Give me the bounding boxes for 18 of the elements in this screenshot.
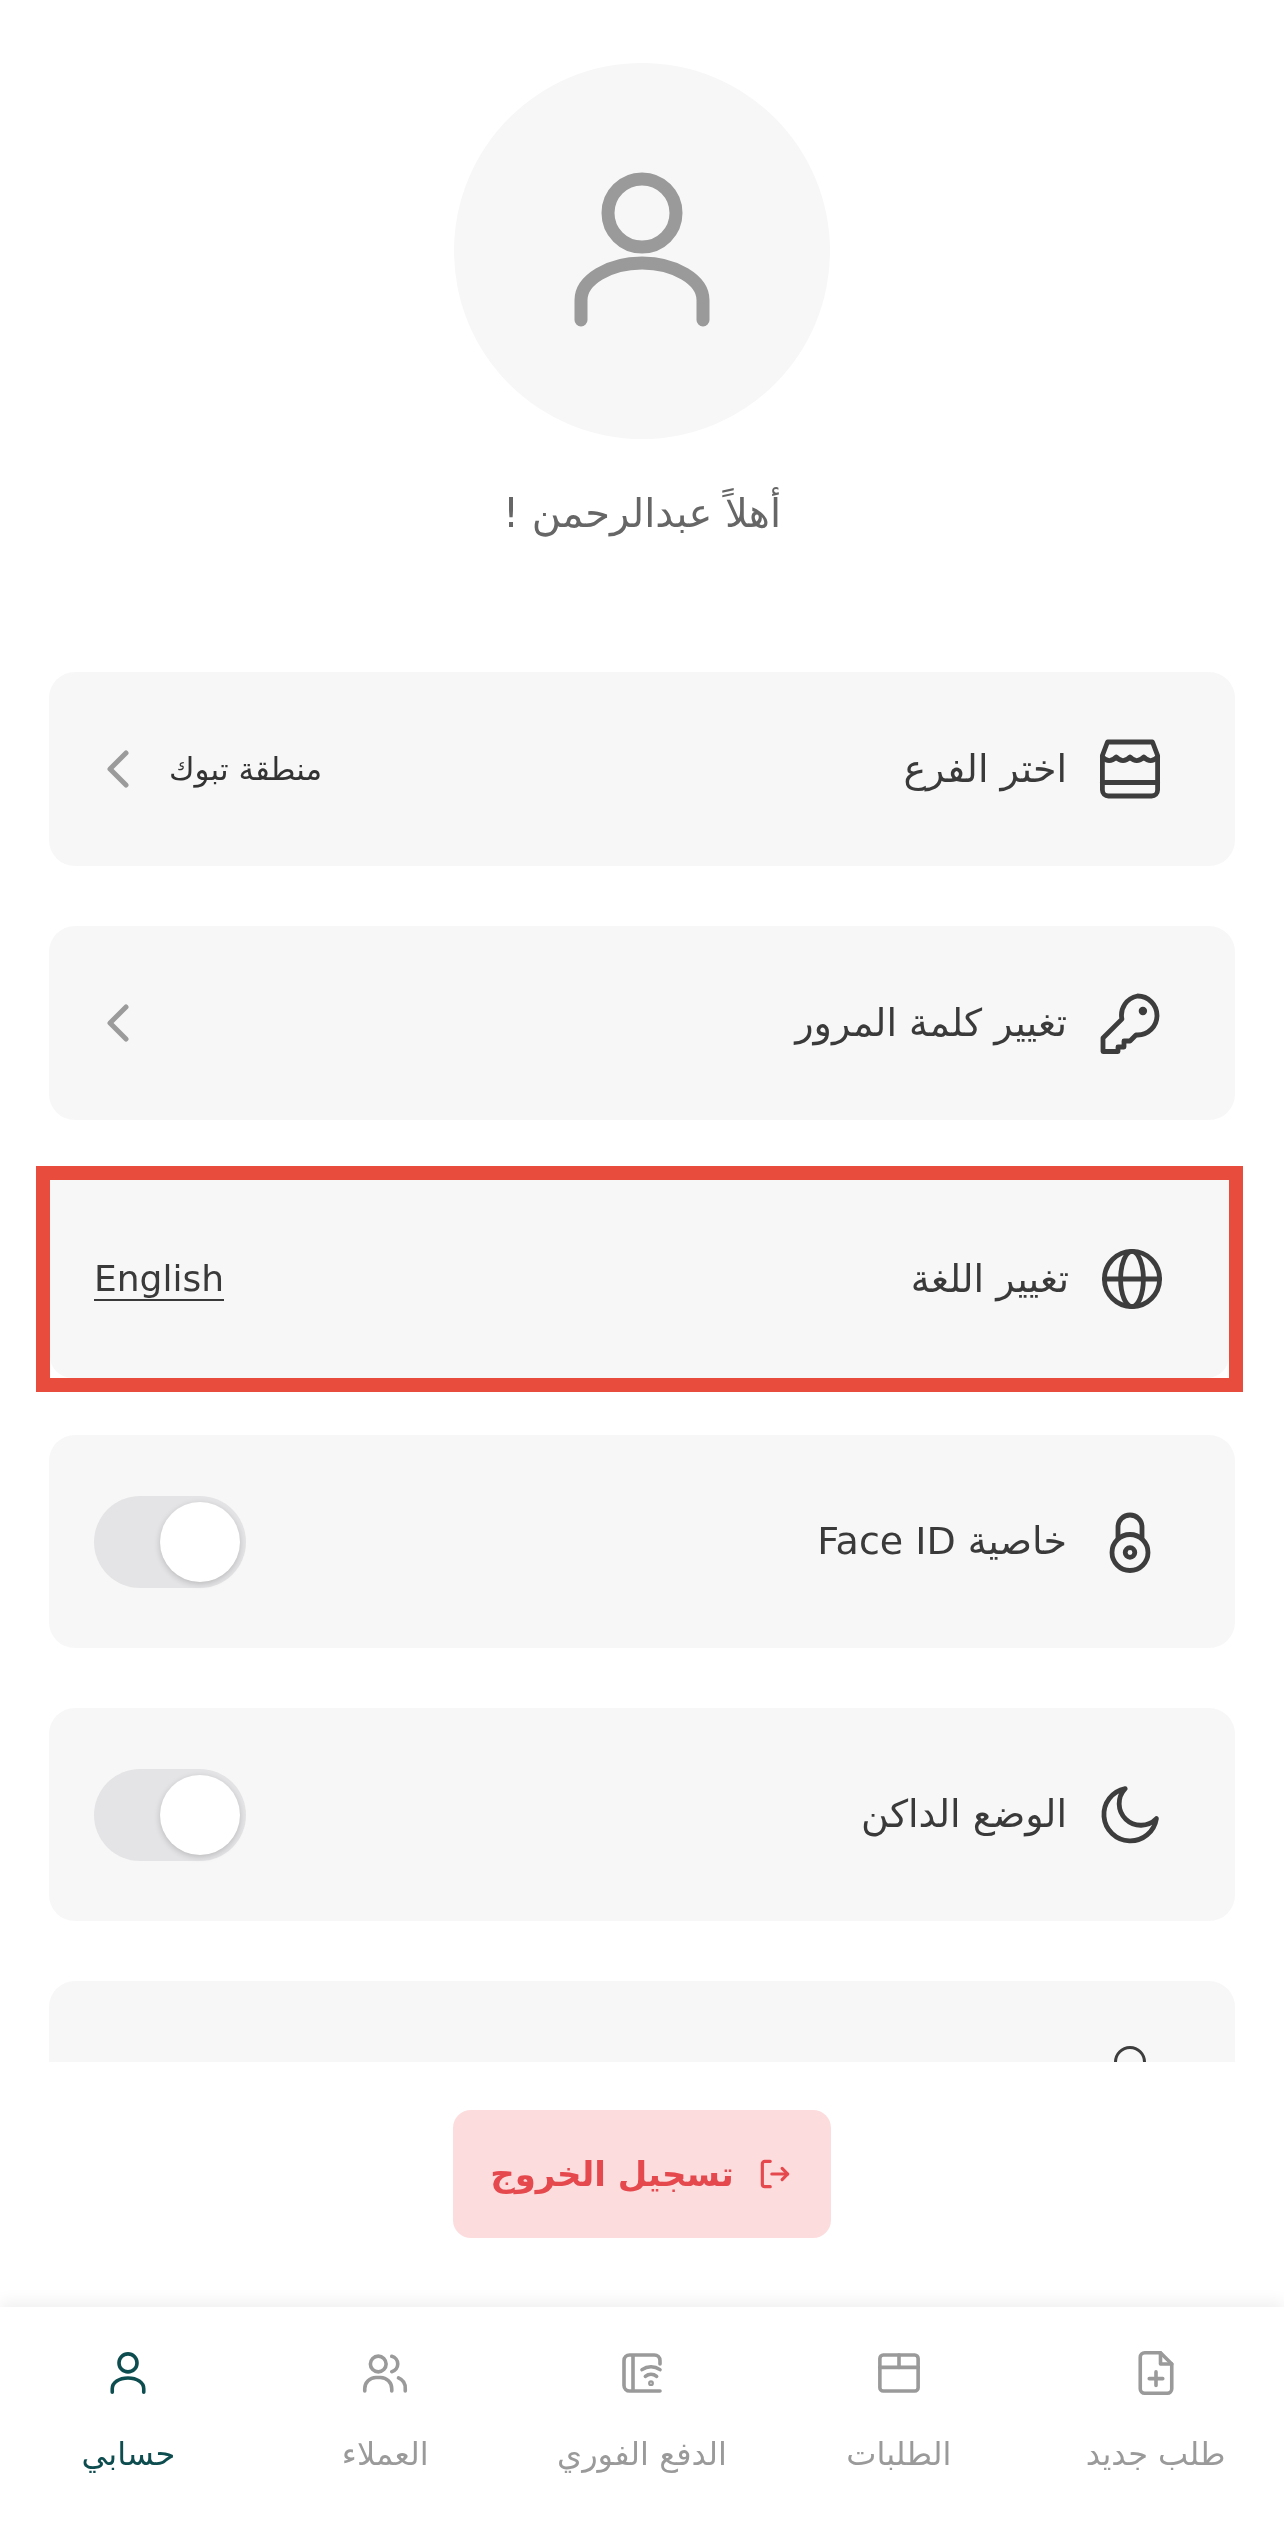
setting-label: اختر الفرع <box>903 745 1067 794</box>
chevron-left-icon <box>105 1002 131 1044</box>
settings-row[interactable]: خاصية Face ID <box>49 1435 1235 1648</box>
greeting-text: أهلاً عبدالرحمن ! <box>502 483 782 543</box>
setting-label: تغيير اللغة <box>910 1255 1069 1304</box>
settings-row[interactable]: اختر الفرع منطقة تبوك <box>49 672 1235 866</box>
selected-value-text: منطقة تبوك <box>169 749 323 790</box>
settings-row[interactable]: تغيير كلمة المرور <box>49 926 1235 1120</box>
setting-label: الوضع الداكن <box>861 1791 1067 1839</box>
setting-label: خاصية Face ID <box>817 1518 1067 1565</box>
ring-icon <box>1113 2045 1147 2062</box>
nav-tab[interactable]: حسابي <box>0 2307 257 2539</box>
settings-row[interactable] <box>49 1981 1235 2062</box>
language-link[interactable]: English <box>94 1252 224 1306</box>
setting-label: تغيير كلمة المرور <box>795 999 1067 1048</box>
avatar-icon <box>454 63 830 439</box>
settings-row[interactable]: الوضع الداكن <box>49 1708 1235 1921</box>
chevron-left-icon <box>105 748 131 790</box>
